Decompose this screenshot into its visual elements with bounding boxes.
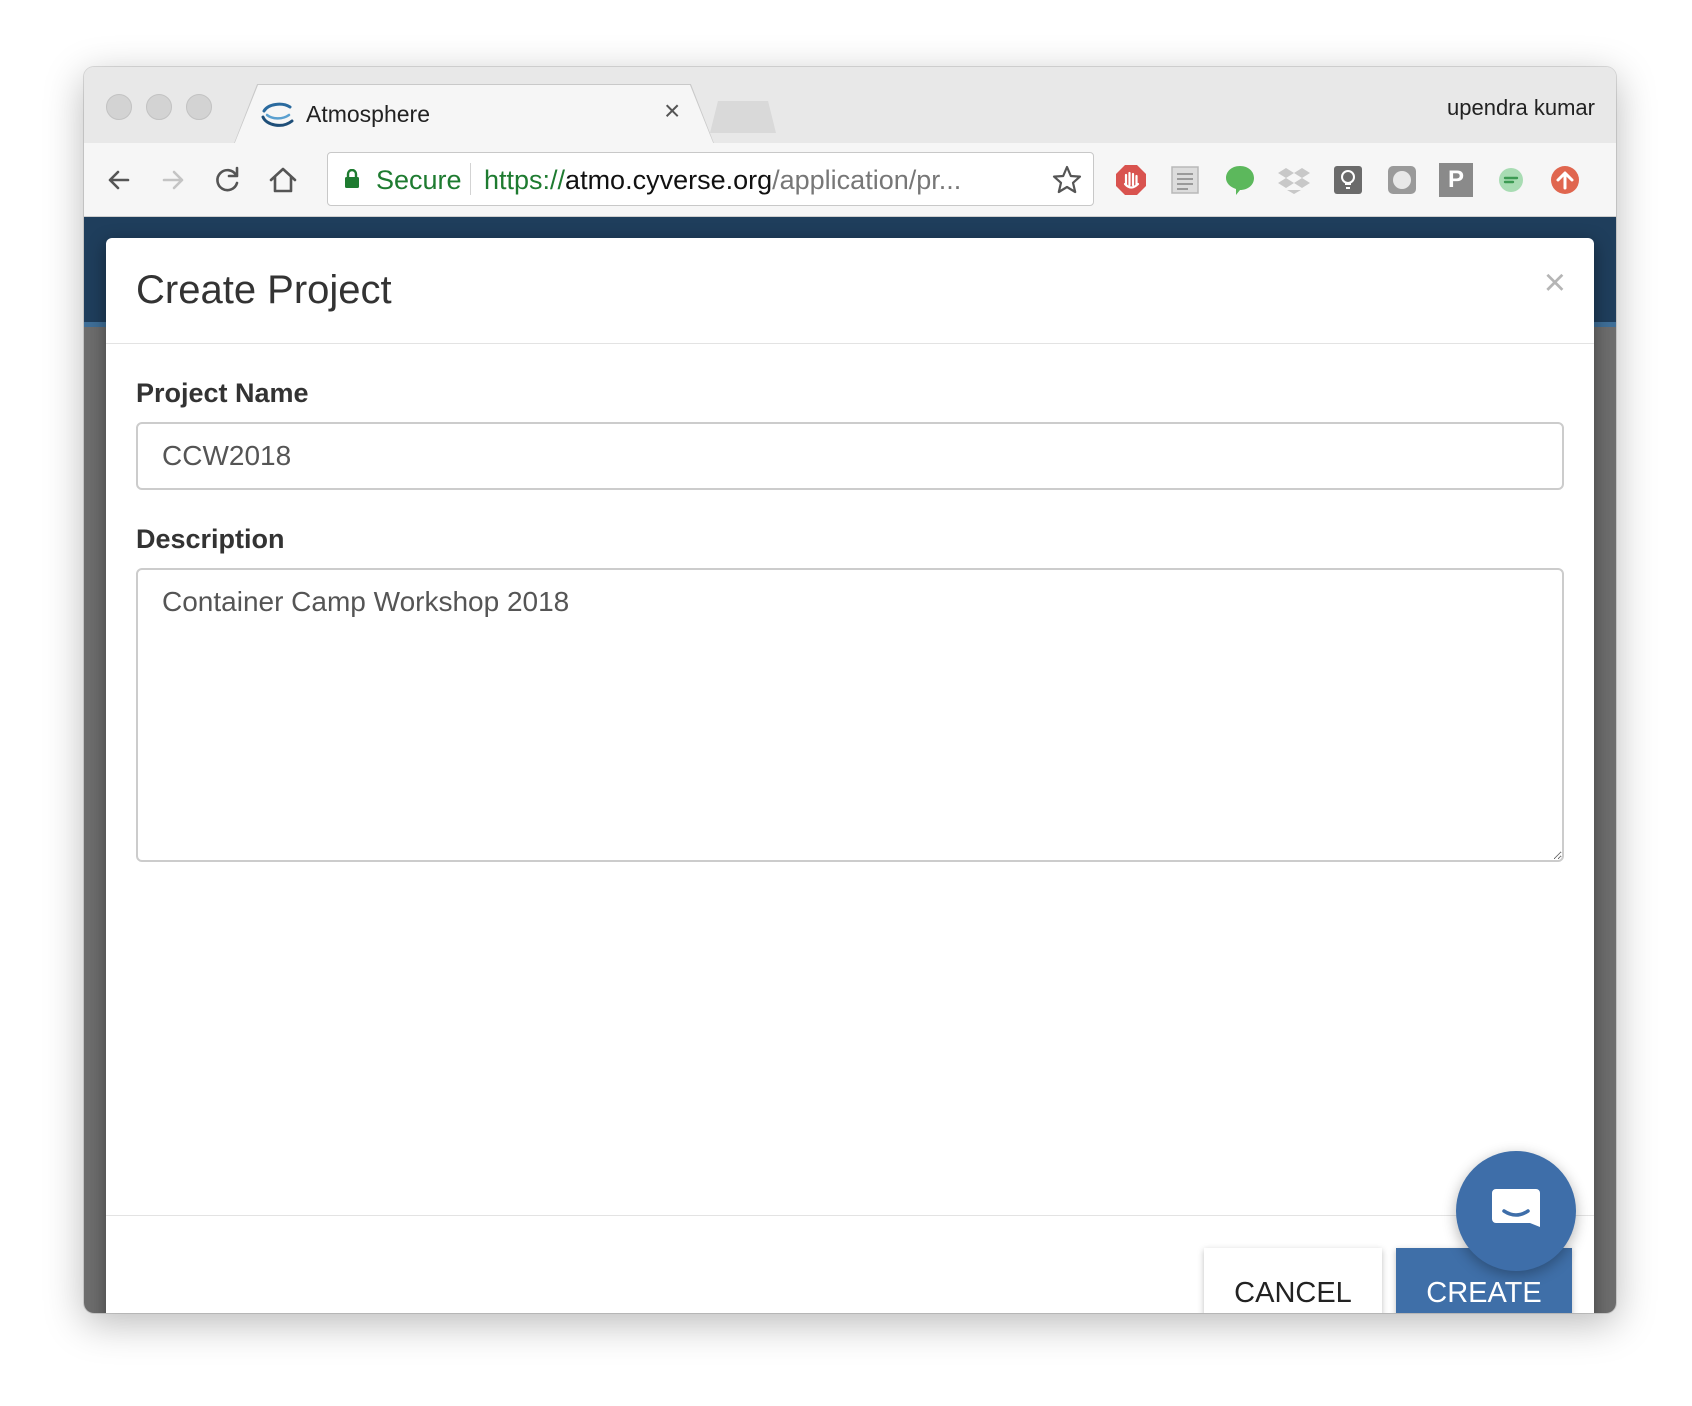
p-badge-icon[interactable]: P [1439,163,1473,197]
upload-icon[interactable] [1548,163,1582,197]
close-window-button[interactable] [106,94,132,120]
new-tab-button[interactable] [710,101,776,133]
lightbulb-icon[interactable] [1331,163,1365,197]
bookmark-star-icon[interactable] [1051,164,1083,196]
tab-title: Atmosphere [306,101,431,127]
url-separator [470,163,471,195]
url-scheme: https:// [484,165,566,195]
url-path: /application/pr... [772,165,962,195]
close-icon[interactable]: × [1544,264,1566,302]
url-text[interactable]: https://atmo.cyverse.org/application/pr.… [484,165,984,196]
project-name-label: Project Name [136,378,309,408]
modal-title: Create Project [136,268,392,312]
home-icon[interactable] [266,163,300,197]
lock-icon [345,169,359,188]
minimize-window-button[interactable] [146,94,172,120]
page-content: Create Project × Project Name Descriptio… [84,217,1616,1313]
profile-name[interactable]: upendra kumar [1447,95,1595,121]
modal-footer-divider [106,1215,1594,1216]
maximize-window-button[interactable] [186,94,212,120]
tab-strip: Atmosphere × upendra kumar [84,67,1616,146]
tab-close-icon[interactable]: × [664,97,680,125]
forward-icon[interactable] [156,163,190,197]
dropbox-icon[interactable] [1277,163,1311,197]
description-label: Description [136,524,285,554]
modal-header: Create Project × [106,238,1594,344]
secure-label: Secure [376,165,462,195]
chat-launcher-button[interactable] [1456,1151,1576,1271]
atmosphere-logo-icon [261,102,294,127]
grammar-icon[interactable] [1494,163,1528,197]
chat-icon [1492,1189,1540,1227]
address-bar[interactable]: Secure https://atmo.cyverse.org/applicat… [327,152,1094,206]
note-icon[interactable] [1385,163,1419,197]
back-icon[interactable] [102,163,136,197]
browser-window: Atmosphere × upendra kumar Secure https:… [84,67,1616,1313]
reload-icon[interactable] [210,163,244,197]
reader-icon[interactable] [1168,163,1202,197]
description-textarea[interactable]: Container Camp Workshop 2018 [136,568,1564,862]
url-host: atmo.cyverse.org [565,165,773,195]
browser-toolbar: Secure https://atmo.cyverse.org/applicat… [84,143,1616,217]
chat-bubble-icon[interactable] [1223,163,1257,197]
create-project-modal: Create Project × Project Name Descriptio… [106,238,1594,1313]
adblock-icon[interactable] [1114,163,1148,197]
project-name-input[interactable] [136,422,1564,490]
cancel-button[interactable]: CANCEL [1204,1248,1382,1313]
